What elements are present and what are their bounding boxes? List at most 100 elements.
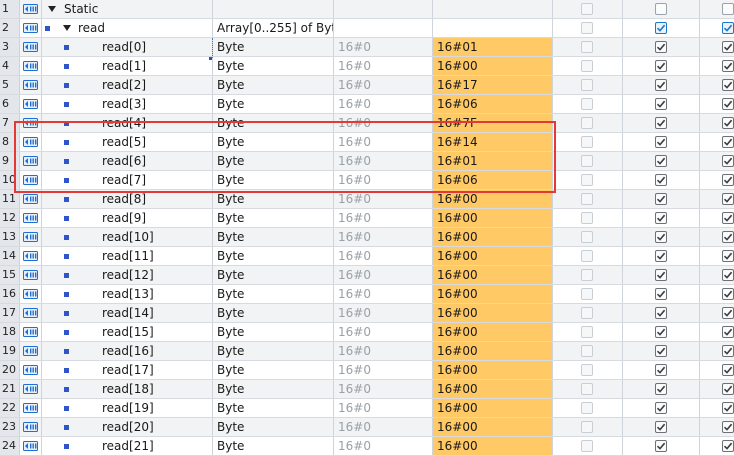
row-number[interactable]: 7 bbox=[0, 114, 20, 132]
monitor-value-cell[interactable]: 16#00 bbox=[433, 399, 553, 417]
checkbox-icon[interactable] bbox=[581, 250, 593, 262]
checkbox-icon[interactable] bbox=[581, 212, 593, 224]
monitor-value-cell[interactable]: 16#00 bbox=[433, 380, 553, 398]
monitor-value-cell[interactable]: 16#00 bbox=[433, 209, 553, 227]
checkbox-icon[interactable] bbox=[722, 22, 734, 34]
checkbox-icon[interactable] bbox=[722, 60, 734, 72]
data-type-cell[interactable]: Byte bbox=[213, 133, 334, 151]
data-type-cell[interactable]: Byte bbox=[213, 361, 334, 379]
checkbox-icon[interactable] bbox=[655, 364, 667, 376]
checkbox-icon[interactable] bbox=[581, 193, 593, 205]
row-number[interactable]: 19 bbox=[0, 342, 20, 360]
table-row[interactable]: 19 read[16] Byte 16#0 16#00 bbox=[0, 342, 734, 361]
checkbox-icon[interactable] bbox=[722, 307, 734, 319]
data-type-cell[interactable]: Byte bbox=[213, 114, 334, 132]
monitor-value-cell[interactable]: 16#00 bbox=[433, 247, 553, 265]
row-number[interactable]: 10 bbox=[0, 171, 20, 189]
default-value-cell[interactable]: 16#0 bbox=[334, 323, 433, 341]
monitor-value-cell[interactable]: 16#14 bbox=[433, 133, 553, 151]
checkbox-icon[interactable] bbox=[722, 345, 734, 357]
checkbox-icon[interactable] bbox=[581, 307, 593, 319]
checkbox-icon[interactable] bbox=[722, 117, 734, 129]
row-number[interactable]: 6 bbox=[0, 95, 20, 113]
table-row[interactable]: 15 read[12] Byte 16#0 16#00 bbox=[0, 266, 734, 285]
checkbox-icon[interactable] bbox=[655, 288, 667, 300]
table-row[interactable]: 14 read[11] Byte 16#0 16#00 bbox=[0, 247, 734, 266]
default-value-cell[interactable]: 16#0 bbox=[334, 342, 433, 360]
checkbox-icon[interactable] bbox=[581, 136, 593, 148]
default-value-cell[interactable]: 16#0 bbox=[334, 171, 433, 189]
data-type-cell[interactable]: Byte bbox=[213, 266, 334, 284]
variable-name-cell[interactable]: read[14] bbox=[42, 304, 213, 322]
checkbox-icon[interactable] bbox=[581, 60, 593, 72]
checkbox-icon[interactable] bbox=[722, 326, 734, 338]
data-type-cell[interactable]: Byte bbox=[213, 304, 334, 322]
data-type-cell[interactable]: Byte bbox=[213, 380, 334, 398]
variable-name-cell[interactable]: read[1] bbox=[42, 57, 213, 75]
data-type-cell[interactable]: Byte bbox=[213, 152, 334, 170]
default-value-cell[interactable]: 16#0 bbox=[334, 361, 433, 379]
data-type-cell[interactable]: Byte bbox=[213, 247, 334, 265]
variable-name-cell[interactable]: read[21] bbox=[42, 437, 213, 455]
checkbox-icon[interactable] bbox=[581, 22, 593, 34]
variable-name-cell[interactable]: read[5] bbox=[42, 133, 213, 151]
monitor-value-cell[interactable]: 16#01 bbox=[433, 152, 553, 170]
row-number[interactable]: 23 bbox=[0, 418, 20, 436]
checkbox-icon[interactable] bbox=[581, 326, 593, 338]
variable-name-cell[interactable]: read[8] bbox=[42, 190, 213, 208]
monitor-value-cell[interactable]: 16#17 bbox=[433, 76, 553, 94]
row-number[interactable]: 21 bbox=[0, 380, 20, 398]
table-row[interactable]: 21 read[18] Byte 16#0 16#00 bbox=[0, 380, 734, 399]
variable-name-cell[interactable]: read[4] bbox=[42, 114, 213, 132]
monitor-value-cell[interactable]: 16#00 bbox=[433, 285, 553, 303]
default-value-cell[interactable]: 16#0 bbox=[334, 418, 433, 436]
table-row[interactable]: 22 read[19] Byte 16#0 16#00 bbox=[0, 399, 734, 418]
checkbox-icon[interactable] bbox=[581, 269, 593, 281]
table-row[interactable]: 13 read[10] Byte 16#0 16#00 bbox=[0, 228, 734, 247]
row-number[interactable]: 11 bbox=[0, 190, 20, 208]
default-value-cell[interactable]: 16#0 bbox=[334, 95, 433, 113]
triangle-down-icon[interactable] bbox=[63, 25, 71, 31]
table-row[interactable]: 16 read[13] Byte 16#0 16#00 bbox=[0, 285, 734, 304]
row-number[interactable]: 17 bbox=[0, 304, 20, 322]
monitor-value-cell[interactable]: 16#00 bbox=[433, 342, 553, 360]
variable-name-cell[interactable]: read[15] bbox=[42, 323, 213, 341]
data-type-cell[interactable]: Byte bbox=[213, 418, 334, 436]
checkbox-icon[interactable] bbox=[655, 98, 667, 110]
checkbox-icon[interactable] bbox=[655, 212, 667, 224]
checkbox-icon[interactable] bbox=[581, 41, 593, 53]
table-row[interactable]: 18 read[15] Byte 16#0 16#00 bbox=[0, 323, 734, 342]
checkbox-icon[interactable] bbox=[655, 22, 667, 34]
variable-name-cell[interactable]: read[10] bbox=[42, 228, 213, 246]
monitor-value-cell[interactable] bbox=[433, 0, 553, 18]
checkbox-icon[interactable] bbox=[722, 136, 734, 148]
monitor-value-cell[interactable]: 16#00 bbox=[433, 190, 553, 208]
checkbox-icon[interactable] bbox=[581, 421, 593, 433]
monitor-value-cell[interactable]: 16#00 bbox=[433, 361, 553, 379]
variable-name-cell[interactable]: read[0] bbox=[42, 38, 213, 56]
table-row[interactable]: 5 read[2] Byte 16#0 16#17 bbox=[0, 76, 734, 95]
checkbox-icon[interactable] bbox=[581, 98, 593, 110]
checkbox-icon[interactable] bbox=[722, 41, 734, 53]
variable-name-cell[interactable]: read bbox=[42, 19, 213, 37]
table-row[interactable]: 6 read[3] Byte 16#0 16#06 bbox=[0, 95, 734, 114]
data-type-cell[interactable]: Byte bbox=[213, 399, 334, 417]
data-type-cell[interactable]: Byte bbox=[213, 171, 334, 189]
default-value-cell[interactable]: 16#0 bbox=[334, 190, 433, 208]
variable-name-cell[interactable]: read[19] bbox=[42, 399, 213, 417]
checkbox-icon[interactable] bbox=[722, 3, 734, 15]
checkbox-icon[interactable] bbox=[722, 231, 734, 243]
variable-name-cell[interactable]: read[18] bbox=[42, 380, 213, 398]
checkbox-icon[interactable] bbox=[722, 79, 734, 91]
data-type-cell[interactable] bbox=[213, 0, 334, 18]
monitor-value-cell[interactable]: 16#06 bbox=[433, 95, 553, 113]
checkbox-icon[interactable] bbox=[655, 307, 667, 319]
monitor-value-cell[interactable]: 16#06 bbox=[433, 171, 553, 189]
monitor-value-cell[interactable]: 16#00 bbox=[433, 304, 553, 322]
checkbox-icon[interactable] bbox=[655, 60, 667, 72]
data-type-cell[interactable]: Byte bbox=[213, 76, 334, 94]
row-number[interactable]: 5 bbox=[0, 76, 20, 94]
data-type-cell[interactable]: Array[0..255] of Byte bbox=[213, 19, 334, 37]
checkbox-icon[interactable] bbox=[655, 3, 667, 15]
variable-name-cell[interactable]: read[13] bbox=[42, 285, 213, 303]
